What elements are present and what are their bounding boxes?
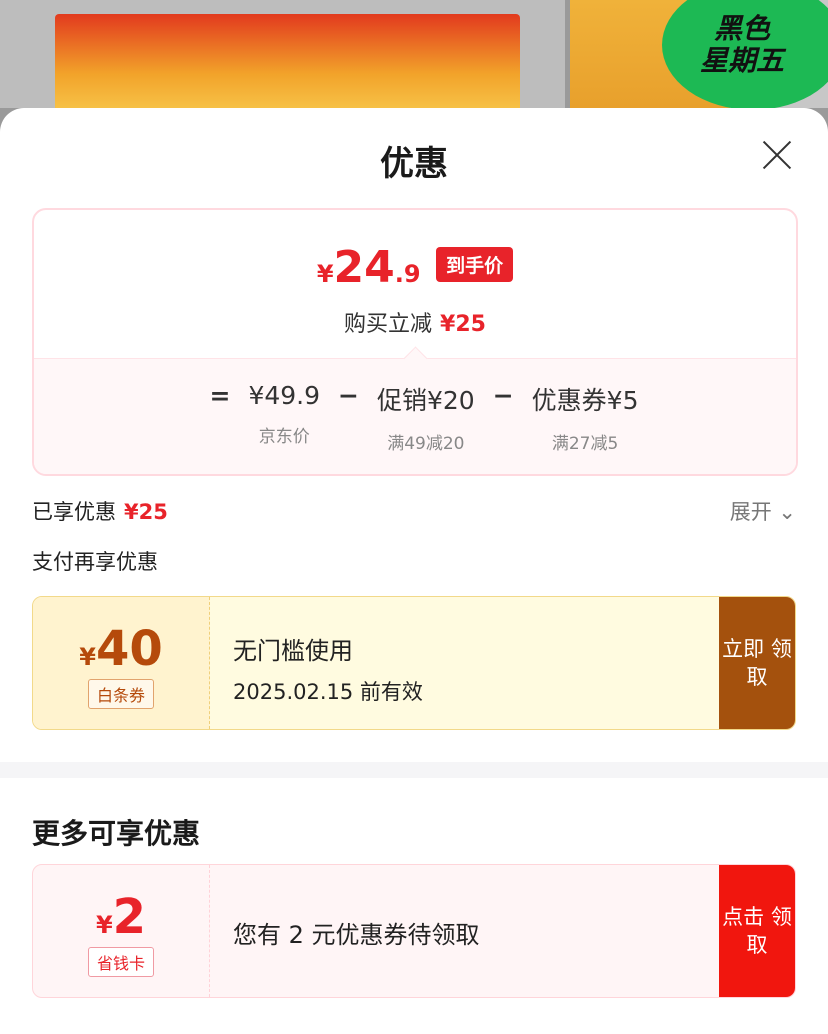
more-discounts-title: 更多可享优惠 bbox=[32, 817, 201, 850]
coupon-currency: ¥ bbox=[95, 911, 113, 939]
enjoyed-amount: ¥25 bbox=[124, 500, 168, 524]
price-currency: ¥ bbox=[316, 260, 334, 288]
promo-value: 促销¥20 bbox=[377, 386, 475, 415]
price-card: ¥24.9 到手价 购买立减 ¥25 = ¥49.9 京东价 − 促销¥20 满4… bbox=[32, 208, 798, 476]
coupon-discount: 优惠券¥5 满27减5 bbox=[532, 381, 639, 454]
coupon-amount: ¥40 bbox=[33, 621, 209, 677]
coupon-title: 您有 2 元优惠券待领取 bbox=[233, 921, 480, 949]
promo-discount: 促销¥20 满49减20 bbox=[377, 381, 475, 454]
expand-button[interactable]: 展开 ⌄ bbox=[730, 496, 796, 526]
coupon-currency: ¥ bbox=[79, 643, 96, 671]
price-breakdown: = ¥49.9 京东价 − 促销¥20 满49减20 − 优惠券¥5 满27减5 bbox=[34, 358, 796, 474]
coupon-number: 2 bbox=[112, 889, 147, 945]
instant-discount: 购买立减 ¥25 bbox=[34, 306, 796, 338]
enjoyed-discount: 已享优惠 ¥25 bbox=[32, 496, 168, 526]
coupon-type-badge: 省钱卡 bbox=[87, 947, 154, 977]
final-price: ¥24.9 到手价 bbox=[34, 242, 796, 293]
enjoyed-label: 已享优惠 bbox=[32, 500, 116, 524]
coupon-expiry: 2025.02.15 前有效 bbox=[233, 680, 423, 704]
coupon-title: 无门槛使用 bbox=[233, 637, 353, 665]
discount-label: 购买立减 bbox=[344, 312, 433, 337]
coupon-number: 40 bbox=[95, 621, 163, 677]
price-integer: 24 bbox=[333, 242, 395, 293]
coupon-value: 优惠券¥5 bbox=[531, 386, 639, 415]
minus-sign: − bbox=[492, 381, 514, 410]
saving-card-coupon: ¥2 省钱卡 您有 2 元优惠券待领取 点击 领取 bbox=[32, 864, 796, 998]
baitiao-coupon: ¥40 白条券 无门槛使用 2025.02.15 前有效 立即 领取 bbox=[32, 596, 796, 730]
section-divider bbox=[0, 762, 828, 778]
discount-amount: ¥25 bbox=[440, 312, 486, 337]
price-decimal: .9 bbox=[394, 260, 421, 288]
claim-now-button[interactable]: 立即 领取 bbox=[719, 597, 795, 729]
base-price-value: ¥49.9 bbox=[248, 381, 321, 410]
minus-sign: − bbox=[338, 381, 359, 410]
base-price-label: 京东价 bbox=[258, 427, 310, 447]
discount-sheet: 优惠 ¥24.9 到手价 购买立减 ¥25 = ¥49.9 京东价 − 促销¥20 bbox=[0, 108, 828, 1034]
coupon-amount: ¥2 bbox=[33, 889, 209, 945]
click-claim-button[interactable]: 点击 领取 bbox=[719, 865, 795, 997]
badge-line2: 星期五 bbox=[699, 44, 784, 77]
sheet-title: 优惠 bbox=[380, 144, 448, 184]
final-price-badge: 到手价 bbox=[436, 247, 514, 282]
product-image bbox=[55, 14, 245, 114]
coupon-condition: 满27减5 bbox=[551, 434, 619, 454]
close-icon[interactable] bbox=[762, 140, 792, 170]
promo-condition: 满49减20 bbox=[387, 434, 465, 454]
equals-sign: = bbox=[209, 381, 231, 410]
product-image-area-right: 黑色 星期五 bbox=[570, 0, 828, 110]
pay-more-title: 支付再享优惠 bbox=[32, 550, 158, 574]
badge-line1: 黑色 bbox=[713, 12, 770, 45]
product-image-area bbox=[0, 0, 565, 114]
coupon-type-badge: 白条券 bbox=[87, 679, 154, 709]
base-price: ¥49.9 京东价 bbox=[248, 381, 320, 447]
product-image bbox=[330, 14, 520, 114]
